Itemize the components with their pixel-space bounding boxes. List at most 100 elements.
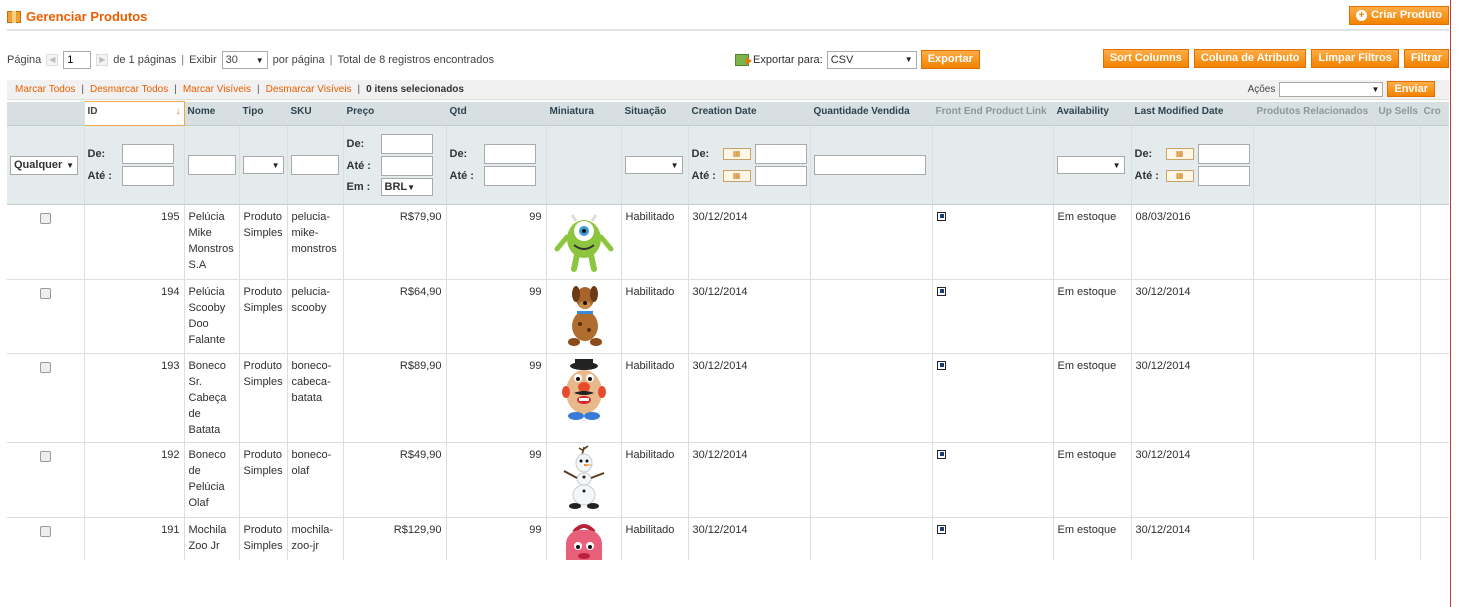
col-price[interactable]: Preço [343, 101, 447, 126]
col-up-sells[interactable]: Up Sells [1375, 101, 1421, 126]
cell-modified: 30/12/2014 [1131, 279, 1254, 354]
qty-from-input[interactable] [483, 144, 536, 164]
modified-to-input[interactable] [1197, 166, 1250, 186]
cell-status: Habilitado [621, 353, 689, 443]
page-input[interactable] [63, 51, 92, 69]
col-availability[interactable]: Availability [1053, 101, 1132, 126]
id-to-input[interactable] [121, 166, 174, 186]
qty-sold-filter-input[interactable] [813, 155, 926, 175]
sku-filter-input[interactable] [290, 155, 339, 175]
cell-availability: Em estoque [1053, 279, 1132, 354]
cell-name: Pelúcia Mike Monstros S.A [184, 204, 240, 280]
unselect-all-link[interactable]: Desmarcar Todos [90, 84, 168, 95]
col-id[interactable]: ID ↓ [83, 101, 185, 126]
currency-select[interactable]: BRL ▼ [380, 178, 433, 196]
create-product-label: Criar Produto [1371, 9, 1442, 21]
price-from-input[interactable] [380, 134, 433, 154]
table-row[interactable]: 193 Boneco Sr. Cabeça de Batata Produto … [7, 353, 1449, 443]
cell-modified: 30/12/2014 [1131, 353, 1254, 443]
unselect-visible-link[interactable]: Desmarcar Visíveis [266, 84, 352, 95]
attribute-column-button[interactable]: Coluna de Atributo [1193, 49, 1307, 68]
actions-label: Ações [1247, 83, 1276, 95]
row-checkbox[interactable] [39, 526, 51, 537]
col-creation-date[interactable]: Creation Date [688, 101, 811, 126]
status-filter-select[interactable]: ▼ [624, 156, 683, 174]
export-button[interactable]: Exportar [920, 50, 980, 69]
row-checkbox[interactable] [39, 451, 51, 462]
row-checkbox[interactable] [39, 362, 51, 373]
external-link-icon[interactable] [936, 361, 946, 370]
col-qty[interactable]: Qtd [446, 101, 547, 126]
created-to-input[interactable] [754, 166, 807, 186]
table-row[interactable]: 194 Pelúcia Scooby Doo Falante Produto S… [7, 279, 1449, 354]
column-header-row: ID ↓ Nome Tipo SKU Preço Qtd Miniatura Si… [7, 101, 1449, 126]
table-row[interactable]: 192 Boneco de Pelúcia Olaf Produto Simpl… [7, 442, 1449, 518]
filter-button[interactable]: Filtrar [1403, 49, 1449, 68]
external-link-icon[interactable] [936, 450, 946, 459]
separator: | [357, 84, 361, 95]
calendar-icon[interactable]: ▦ [1165, 170, 1194, 182]
cell-related [1253, 279, 1376, 354]
col-name[interactable]: Nome [184, 101, 240, 126]
cell-created: 30/12/2014 [688, 517, 811, 560]
cell-cross-sells [1420, 204, 1449, 280]
submit-button[interactable]: Enviar [1387, 81, 1435, 97]
of-pages-text: de 1 páginas [113, 54, 177, 66]
row-checkbox[interactable] [39, 288, 51, 299]
actions-select[interactable]: ▼ [1279, 81, 1384, 97]
cell-qty-sold [810, 204, 933, 280]
table-row[interactable]: 195 Pelúcia Mike Monstros S.A Produto Si… [7, 204, 1449, 280]
filter-type: ▼ [239, 125, 288, 205]
prev-page-icon[interactable]: ◀ [46, 54, 59, 66]
name-filter-input[interactable] [187, 155, 236, 175]
type-filter-select[interactable]: ▼ [242, 156, 284, 174]
select-all-link[interactable]: Marcar Todos [15, 84, 75, 95]
col-sku[interactable]: SKU [287, 101, 344, 126]
sort-columns-button[interactable]: Sort Columns [1102, 49, 1189, 68]
col-type[interactable]: Tipo [239, 101, 288, 126]
external-link-icon[interactable] [936, 212, 946, 221]
filter-id: De: Até : [84, 125, 185, 205]
col-frontend-link[interactable]: Front End Product Link [932, 101, 1054, 126]
filter-checkbox: Qualquer ▼ [7, 125, 85, 205]
filter-last-modified: De: ▦ Até : ▦ [1131, 125, 1254, 205]
filter-qty-sold [810, 125, 933, 205]
cell-thumbnail [546, 279, 622, 354]
per-page-select[interactable]: 30 ▼ [221, 51, 268, 69]
col-last-modified[interactable]: Last Modified Date [1131, 101, 1254, 126]
modified-from-input[interactable] [1197, 144, 1250, 164]
clear-filters-button[interactable]: Limpar Filtros [1311, 49, 1399, 68]
cell-thumbnail [546, 442, 622, 518]
col-qty-sold[interactable]: Quantidade Vendida [810, 101, 933, 126]
col-status[interactable]: Situação [621, 101, 689, 126]
external-link-icon[interactable] [936, 287, 946, 296]
external-link-icon[interactable] [936, 525, 946, 534]
calendar-icon[interactable]: ▦ [1165, 148, 1194, 160]
table-row[interactable]: 191 Mochila Zoo Jr Produto Simples mochi… [7, 517, 1449, 560]
price-to-input[interactable] [380, 156, 433, 176]
any-select[interactable]: Qualquer ▼ [10, 155, 78, 175]
row-checkbox[interactable] [39, 213, 51, 224]
created-from-input[interactable] [754, 144, 807, 164]
col-related-products[interactable]: Produtos Relacionados [1253, 101, 1376, 126]
calendar-icon[interactable]: ▦ [722, 170, 751, 182]
select-visible-link[interactable]: Marcar Visíveis [183, 84, 251, 95]
filter-price: De: Até : Em : BRL ▼ [343, 125, 447, 205]
cell-price: R$79,90 [343, 204, 447, 280]
qty-to-input[interactable] [483, 166, 536, 186]
export-format-value: CSV [830, 53, 854, 66]
cell-frontend-link [932, 517, 1054, 560]
from-label: De: [691, 148, 710, 160]
cell-status: Habilitado [621, 279, 689, 354]
availability-filter-select[interactable]: ▼ [1056, 156, 1125, 174]
calendar-icon[interactable]: ▦ [722, 148, 751, 160]
export-format-select[interactable]: CSV ▼ [826, 50, 917, 69]
next-page-icon[interactable]: ▶ [96, 54, 109, 66]
cell-created: 30/12/2014 [688, 279, 811, 354]
col-thumbnail[interactable]: Miniatura [546, 101, 622, 126]
col-cross-sells[interactable]: Cro [1420, 101, 1449, 126]
to-label: Até : [1134, 170, 1159, 182]
cell-sku: pelucia-mike-monstros [287, 204, 344, 280]
id-from-input[interactable] [121, 144, 174, 164]
create-product-button[interactable]: + Criar Produto [1349, 6, 1449, 25]
